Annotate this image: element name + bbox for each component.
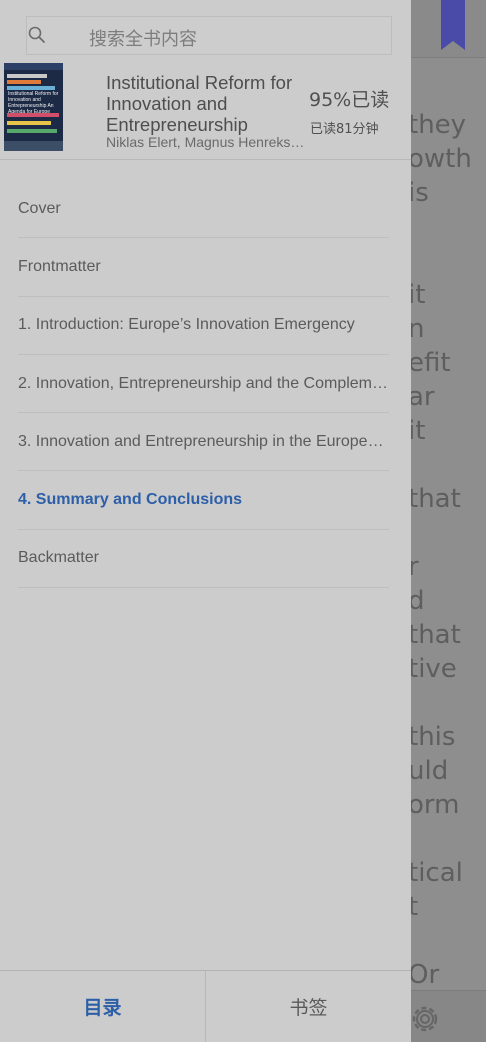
reader-text-line: uld (408, 756, 449, 786)
search-placeholder: 搜索全书内容 (89, 29, 197, 50)
reader-text-line: is (408, 178, 429, 208)
reader-text-line: Or (408, 960, 440, 990)
toc-item-chapter-4[interactable]: 4. Summary and Conclusions (18, 471, 389, 530)
book-author: Niklas Elert, Magnus Henrekson, Mark San… (106, 134, 306, 150)
reader-text-line (408, 516, 486, 550)
search-icon (28, 26, 45, 43)
reader-text-line (408, 210, 486, 244)
reader-text-line: ar (408, 382, 435, 412)
toc-item-chapter-1[interactable]: 1. Introduction: Europe’s Innovation Eme… (18, 297, 389, 355)
drawer-tab-bar: 目录 书签 (0, 970, 411, 1042)
toc-item-frontmatter[interactable]: Frontmatter (18, 238, 389, 297)
reader-text-line: n (408, 314, 425, 344)
reader-text-line (408, 686, 486, 720)
reader-text-line: that (408, 484, 461, 514)
reader-text-line: t (408, 892, 419, 922)
toc-drawer: 搜索全书内容 Institutional Reform for Innovati… (0, 0, 411, 1042)
tab-contents[interactable]: 目录 (0, 971, 205, 1042)
reader-text-line: efit (408, 348, 451, 378)
toc-item-label: Cover (18, 199, 61, 217)
toc-item-label: Frontmatter (18, 257, 101, 275)
gear-icon[interactable] (408, 1002, 442, 1036)
bookmark-ribbon-icon[interactable] (441, 0, 465, 50)
reader-text-line (408, 822, 486, 856)
tab-bookmarks[interactable]: 书签 (205, 971, 411, 1042)
book-title: Institutional Reform for Innovation and … (106, 72, 293, 135)
reader-text: they owth is it n efit ar it that r d that tive this u… (408, 108, 486, 992)
reader-text-line (408, 448, 486, 482)
toc-item-chapter-2[interactable]: 2. Innovation, Entrepreneurship and the … (18, 355, 389, 414)
reader-text-line: d (408, 586, 425, 616)
reader-text-line (408, 244, 486, 278)
reader-text-line: it (408, 416, 426, 446)
toc-item-cover[interactable]: Cover (18, 180, 389, 239)
reader-text-line: r (408, 552, 419, 582)
cover-title: Institutional Reform for Innovation and … (8, 91, 59, 115)
book-cover[interactable]: Institutional Reform for Innovation and … (4, 63, 63, 151)
toc-item-backmatter[interactable]: Backmatter (18, 530, 389, 589)
reading-time: 已读81分钟 (310, 122, 379, 137)
reader-text-line: that (408, 620, 461, 650)
toc-item-label: 2. Innovation, Entrepreneurship and the … (18, 374, 389, 392)
toc-item-label: 4. Summary and Conclusions (18, 491, 243, 509)
toc-item-label: Backmatter (18, 549, 99, 567)
reader-text-line: tive (408, 654, 457, 684)
toc-item-chapter-3[interactable]: 3. Innovation and Entrepreneurship in th… (18, 413, 389, 472)
search-input[interactable]: 搜索全书内容 (26, 16, 392, 55)
toc-item-label: 1. Introduction: Europe’s Innovation Eme… (18, 316, 355, 334)
reader-text-line: owth (408, 144, 472, 174)
book-info: Institutional Reform for Innovation and … (0, 60, 411, 160)
reader-text-line: orm (408, 790, 460, 820)
reader-text-line: tical (408, 858, 463, 888)
reader-text-line (408, 924, 486, 958)
reader-text-line: they (408, 110, 467, 140)
toc-item-label: 3. Innovation and Entrepreneurship in th… (18, 432, 389, 450)
reader-text-line: it (408, 280, 426, 310)
toc-list: Cover Frontmatter 1. Introduction: Europ… (18, 180, 389, 589)
reader-text-line: this (408, 722, 456, 752)
reading-progress: 95%已读 (309, 89, 390, 111)
